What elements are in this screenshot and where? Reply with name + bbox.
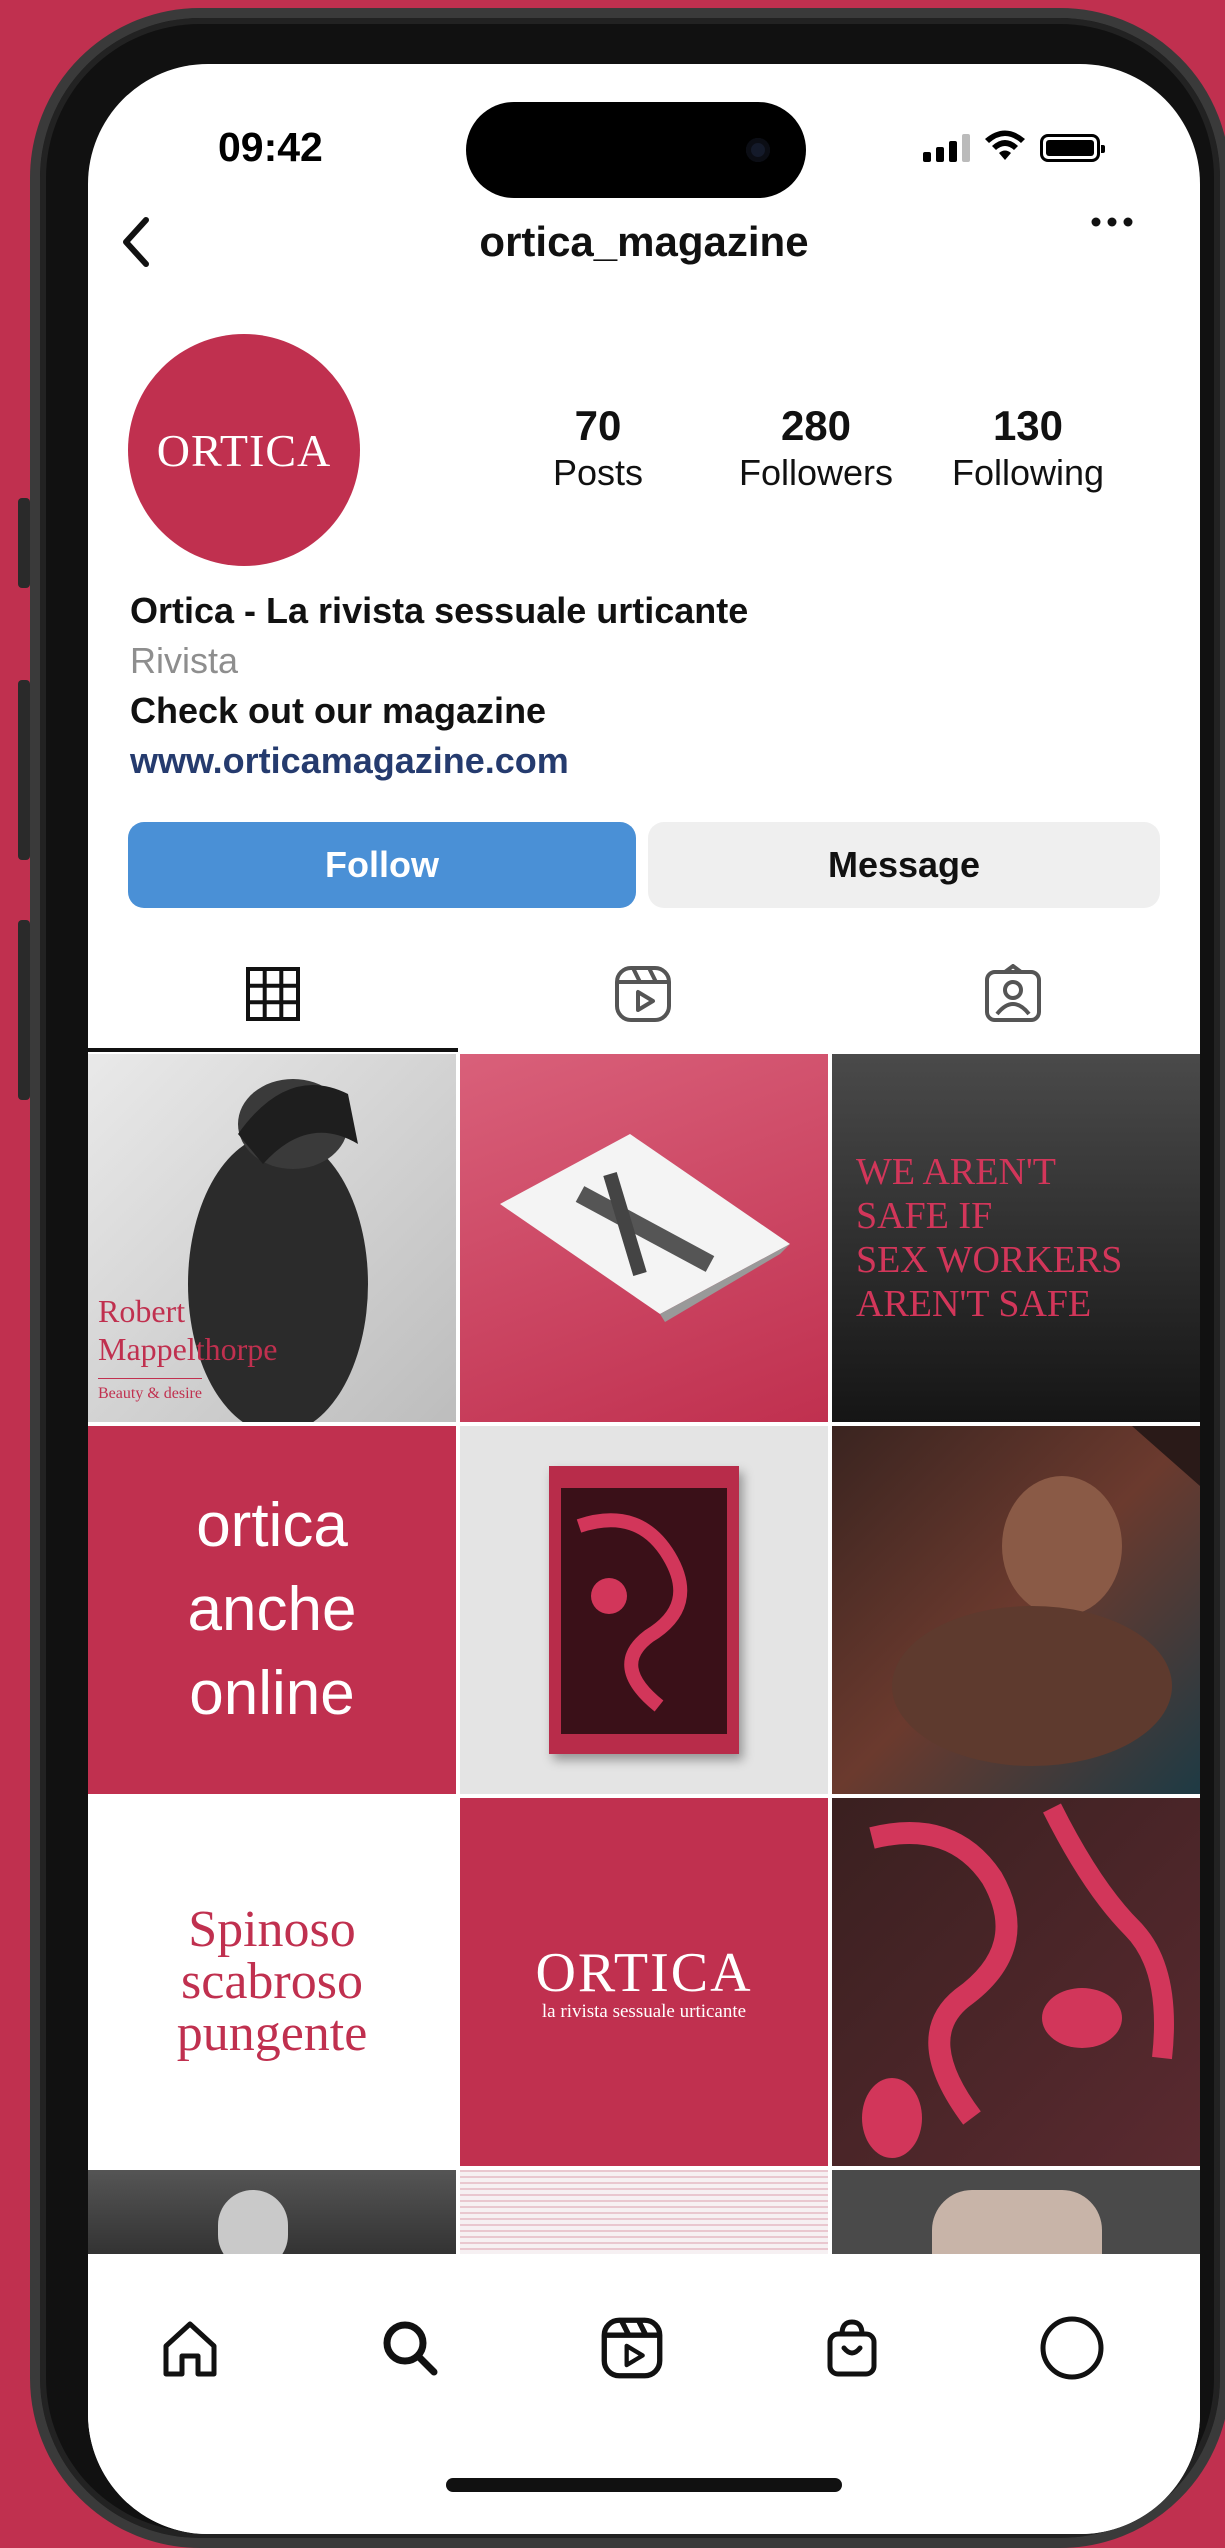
post-tile[interactable]: WE AREN'T SAFE IF SEX WORKERS AREN'T SAF… bbox=[832, 1054, 1200, 1422]
post-tile[interactable] bbox=[460, 1426, 828, 1794]
nav-shop[interactable] bbox=[812, 2308, 892, 2388]
post-photo bbox=[892, 1426, 1200, 1766]
post-tile[interactable]: ortica anche online bbox=[88, 1426, 456, 1794]
message-button[interactable]: Message bbox=[648, 822, 1160, 908]
camera-icon bbox=[746, 138, 770, 162]
home-indicator[interactable] bbox=[446, 2478, 842, 2492]
post-tile[interactable] bbox=[460, 2170, 828, 2254]
shop-icon bbox=[827, 2319, 877, 2377]
profile-display-name: Ortica - La rivista sessuale urticante bbox=[130, 590, 749, 631]
grid-icon bbox=[246, 967, 300, 1021]
post-caption-line: Spinoso bbox=[188, 1901, 356, 1958]
battery-icon bbox=[1040, 134, 1105, 162]
stat-following-label: Following bbox=[951, 452, 1105, 493]
profile-category: Rivista bbox=[130, 640, 239, 681]
post-tile[interactable] bbox=[88, 2170, 456, 2254]
profile-link[interactable]: www.orticamagazine.com bbox=[130, 740, 569, 782]
profile-icon bbox=[1040, 2316, 1104, 2380]
wifi-icon bbox=[985, 130, 1025, 160]
mute-switch bbox=[18, 498, 30, 588]
profile-username: ortica_magazine bbox=[479, 218, 809, 265]
reels-icon bbox=[601, 2317, 663, 2379]
post-tile[interactable] bbox=[832, 1798, 1200, 2166]
home-icon bbox=[163, 2321, 217, 2377]
post-caption-line: SEX WORKERS bbox=[856, 1239, 1123, 1281]
post-caption: WE AREN'T SAFE IF SEX WORKERS AREN'T SAF… bbox=[832, 1150, 1200, 1326]
reels-icon bbox=[615, 966, 671, 1022]
post-caption: Spinoso scabroso pungente bbox=[177, 1904, 368, 2060]
stat-posts-label: Posts bbox=[552, 452, 644, 493]
tab-posts-grid[interactable] bbox=[88, 934, 458, 1054]
magazine-cover bbox=[549, 1466, 739, 1754]
stat-following-value: 130 bbox=[992, 402, 1064, 449]
tagged-icon bbox=[985, 964, 1041, 1022]
post-caption: ortica anche online bbox=[188, 1484, 357, 1736]
post-tile[interactable] bbox=[832, 2170, 1200, 2254]
more-options-button[interactable] bbox=[1088, 202, 1136, 253]
post-logo: ORTICA bbox=[535, 1942, 753, 2004]
tab-reels[interactable] bbox=[458, 934, 828, 1054]
selected-tab-indicator bbox=[88, 1048, 458, 1052]
post-caption-line: pungente bbox=[176, 2005, 368, 2062]
post-tile[interactable] bbox=[832, 1426, 1200, 1794]
post-tile[interactable]: Spinoso scabroso pungente bbox=[88, 1798, 456, 2166]
post-caption-line: anche bbox=[187, 1575, 357, 1644]
post-caption-line: online bbox=[189, 1659, 355, 1728]
tab-tagged[interactable] bbox=[828, 934, 1198, 1054]
post-caption-line: ortica bbox=[196, 1491, 348, 1560]
post-photo bbox=[500, 1134, 790, 1322]
post-photo bbox=[218, 2190, 288, 2254]
signal-icon bbox=[923, 134, 970, 162]
post-caption-line: WE AREN'T bbox=[856, 1151, 1056, 1193]
post-caption-line: Mappelthorpe bbox=[98, 1331, 278, 1367]
nav-reels[interactable] bbox=[592, 2308, 672, 2388]
volume-up-button bbox=[18, 680, 30, 860]
post-caption-line: SAFE IF bbox=[856, 1195, 993, 1237]
post-photo bbox=[862, 1803, 1174, 2158]
post-tile[interactable]: Robert Mappelthorpe Beauty & desire bbox=[88, 1054, 456, 1422]
nav-profile[interactable] bbox=[1032, 2308, 1112, 2388]
stat-posts[interactable]: 70 Posts bbox=[528, 402, 668, 494]
volume-down-button bbox=[18, 920, 30, 1100]
status-time: 09:42 bbox=[218, 124, 323, 170]
ellipsis-icon bbox=[1091, 217, 1133, 227]
profile-bio: Check out our magazine bbox=[130, 690, 547, 731]
nav-home[interactable] bbox=[150, 2308, 230, 2388]
avatar[interactable]: ORTICA bbox=[128, 334, 360, 566]
profile-tabs bbox=[88, 934, 1200, 1054]
stat-followers[interactable]: 280 Followers bbox=[706, 402, 926, 494]
post-caption-line: scabroso bbox=[181, 1953, 363, 2010]
status-icons bbox=[923, 130, 1105, 162]
search-icon bbox=[383, 2321, 438, 2376]
nav-search[interactable] bbox=[370, 2308, 450, 2388]
post-caption-line: Robert bbox=[98, 1293, 186, 1329]
post-tile[interactable] bbox=[460, 1054, 828, 1422]
post-tagline: la rivista sessuale urticante bbox=[541, 2001, 747, 2022]
post-photo bbox=[932, 2190, 1102, 2254]
avatar-logo: ORTICA bbox=[156, 424, 332, 476]
bottom-navigation bbox=[88, 2254, 1200, 2534]
dynamic-island bbox=[466, 102, 806, 198]
post-caption: Robert Mappelthorpe Beauty & desire bbox=[98, 1292, 278, 1409]
stat-followers-label: Followers bbox=[738, 452, 894, 493]
post-caption-line: AREN'T SAFE bbox=[856, 1283, 1092, 1325]
follow-button[interactable]: Follow bbox=[128, 822, 636, 908]
post-tile[interactable]: ORTICA la rivista sessuale urticante bbox=[460, 1798, 828, 2166]
phone-screen: 09:42 ortica_magazine ORTICA 70 Posts 28… bbox=[88, 64, 1200, 2534]
post-caption-sub: Beauty & desire bbox=[98, 1378, 202, 1409]
stat-posts-value: 70 bbox=[574, 402, 622, 449]
stat-followers-value: 280 bbox=[780, 402, 852, 449]
stat-following[interactable]: 130 Following bbox=[928, 402, 1128, 494]
